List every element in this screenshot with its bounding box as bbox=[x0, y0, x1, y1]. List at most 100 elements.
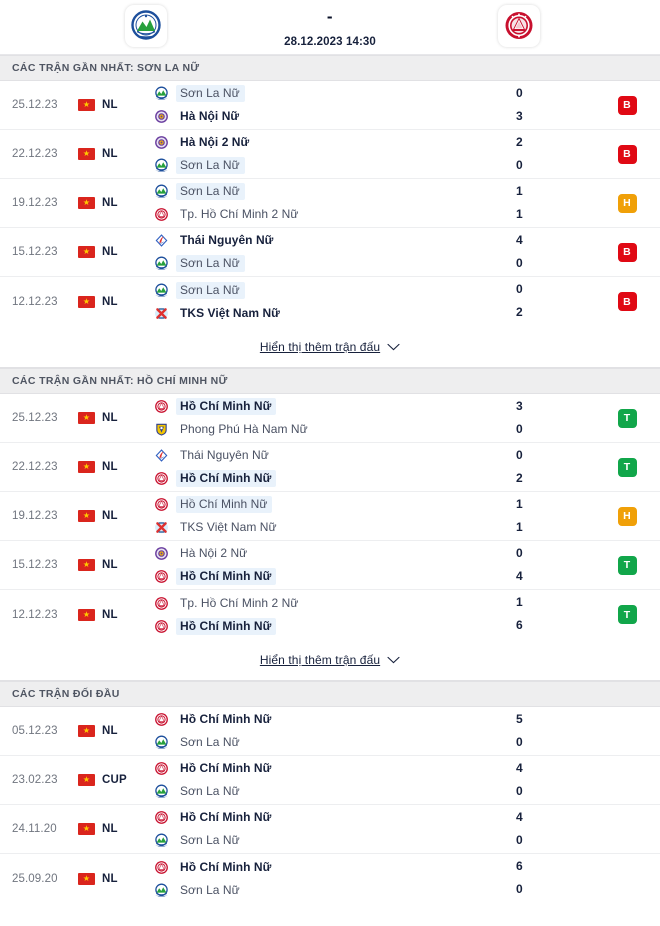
vietnam-flag-icon: ★ bbox=[78, 246, 95, 258]
away-score: 0 bbox=[516, 421, 523, 436]
away-team-line[interactable]: Sơn La Nữ bbox=[154, 784, 484, 800]
home-team-line[interactable]: Sơn La Nữ bbox=[154, 85, 484, 102]
match-row[interactable]: 25.12.23 ★ NL Sơn La Nữ Hà Nội Nữ 0 3 B bbox=[0, 81, 660, 130]
competition-label: NL bbox=[102, 148, 118, 160]
home-team-name: Thái Nguyên Nữ bbox=[180, 448, 269, 462]
competition-label: NL bbox=[102, 197, 118, 209]
away-team-line[interactable]: TKS Việt Nam Nữ bbox=[154, 305, 484, 321]
home-team-line[interactable]: Tp. Hồ Chí Minh 2 Nữ bbox=[154, 595, 484, 611]
result-badge-cell: B bbox=[594, 95, 660, 115]
teams-cell: Thái Nguyên Nữ Sơn La Nữ bbox=[154, 233, 484, 272]
away-team-line[interactable]: TKS Việt Nam Nữ bbox=[154, 520, 484, 536]
home-team-line[interactable]: Thái Nguyên Nữ bbox=[154, 448, 484, 464]
home-team-line[interactable]: Sơn La Nữ bbox=[154, 183, 484, 200]
ho-chi-minh-crest-icon bbox=[505, 12, 533, 39]
result-badge: H bbox=[617, 506, 637, 526]
home-team-name: Hồ Chí Minh Nữ bbox=[180, 761, 272, 775]
away-team-line[interactable]: Hồ Chí Minh Nữ bbox=[154, 568, 484, 585]
home-team-line[interactable]: Hà Nội 2 Nữ bbox=[154, 135, 484, 151]
section-title: CÁC TRẬN ĐỐI ĐẦU bbox=[0, 681, 660, 707]
match-row[interactable]: 12.12.23 ★ NL Tp. Hồ Chí Minh 2 Nữ Hồ Ch… bbox=[0, 590, 660, 639]
scores-cell: 3 0 bbox=[484, 399, 594, 438]
away-score: 2 bbox=[516, 470, 523, 485]
show-more-label: Hiển thị thêm trận đấu bbox=[259, 339, 381, 354]
away-team-line[interactable]: Sơn La Nữ bbox=[154, 735, 484, 751]
section-title: CÁC TRẬN GẦN NHẤT: HỒ CHÍ MINH NỮ bbox=[0, 368, 660, 394]
away-team-line[interactable]: Tp. Hồ Chí Minh 2 Nữ bbox=[154, 207, 484, 223]
away-score: 6 bbox=[516, 618, 523, 632]
home-team-line[interactable]: Hồ Chí Minh Nữ bbox=[154, 496, 484, 513]
match-row[interactable]: 19.12.23 ★ NL Sơn La Nữ Tp. Hồ Chí Minh … bbox=[0, 179, 660, 228]
home-team-line[interactable]: Hồ Chí Minh Nữ bbox=[154, 398, 484, 415]
competition-label: NL bbox=[102, 872, 118, 885]
hcm-logo-icon bbox=[155, 208, 168, 221]
competition-cell: ★ NL bbox=[78, 295, 154, 308]
competition-label: NL bbox=[102, 461, 118, 473]
away-score: 0 bbox=[516, 255, 523, 270]
tks-logo-icon bbox=[155, 521, 168, 534]
match-date: 25.12.23 bbox=[12, 412, 58, 424]
home-team-line[interactable]: Sơn La Nữ bbox=[154, 281, 484, 299]
home-team-line[interactable]: Hồ Chí Minh Nữ bbox=[154, 859, 484, 875]
competition-label: NL bbox=[102, 295, 118, 308]
match-row[interactable]: 19.12.23 ★ NL Hồ Chí Minh Nữ TKS Việt Na… bbox=[0, 492, 660, 541]
home-score: 2 bbox=[516, 134, 523, 149]
home-team-line[interactable]: Hà Nội 2 Nữ bbox=[154, 546, 484, 562]
teams-cell: Sơn La Nữ TKS Việt Nam Nữ bbox=[154, 281, 484, 321]
result-badge: H bbox=[617, 193, 637, 213]
show-more-matches-button[interactable]: Hiển thị thêm trận đấu bbox=[0, 326, 660, 368]
home-team-line[interactable]: Hồ Chí Minh Nữ bbox=[154, 712, 484, 728]
home-team-name: Thái Nguyên Nữ bbox=[180, 233, 274, 247]
home-team-line[interactable]: Hồ Chí Minh Nữ bbox=[154, 761, 484, 777]
match-rows: 25.12.23 ★ NL Sơn La Nữ Hà Nội Nữ 0 3 B … bbox=[0, 81, 660, 326]
home-team-line[interactable]: Hồ Chí Minh Nữ bbox=[154, 810, 484, 826]
vietnam-flag-icon: ★ bbox=[78, 559, 95, 571]
match-row[interactable]: 05.12.23 ★ NL Hồ Chí Minh Nữ Sơn La Nữ 5… bbox=[0, 707, 660, 756]
match-row[interactable]: 22.12.23 ★ NL Thái Nguyên Nữ Hồ Chí Minh… bbox=[0, 443, 660, 492]
away-team-crest[interactable] bbox=[498, 5, 540, 47]
match-row[interactable]: 15.12.23 ★ NL Hà Nội 2 Nữ Hồ Chí Minh Nữ… bbox=[0, 541, 660, 590]
match-date: 12.12.23 bbox=[12, 608, 58, 621]
teams-cell: Hà Nội 2 Nữ Sơn La Nữ bbox=[154, 135, 484, 174]
result-badge: B bbox=[617, 292, 637, 311]
home-score: 0 bbox=[516, 85, 523, 100]
match-row[interactable]: 22.12.23 ★ NL Hà Nội 2 Nữ Sơn La Nữ 2 0 … bbox=[0, 130, 660, 179]
home-score: 0 bbox=[516, 282, 523, 296]
match-row[interactable]: 12.12.23 ★ NL Sơn La Nữ TKS Việt Nam Nữ … bbox=[0, 277, 660, 326]
away-team-line[interactable]: Sơn La Nữ bbox=[154, 157, 484, 174]
home-team-line[interactable]: Thái Nguyên Nữ bbox=[154, 233, 484, 249]
away-team-line[interactable]: Sơn La Nữ bbox=[154, 255, 484, 272]
away-team-line[interactable]: Hồ Chí Minh Nữ bbox=[154, 470, 484, 487]
hcm-logo-icon bbox=[155, 498, 168, 511]
away-team-line[interactable]: Phong Phú Hà Nam Nữ bbox=[154, 422, 484, 438]
away-team-name: Sơn La Nữ bbox=[176, 157, 245, 174]
away-team-line[interactable]: Hồ Chí Minh Nữ bbox=[154, 617, 484, 635]
away-team-line[interactable]: Sơn La Nữ bbox=[154, 882, 484, 898]
result-badge-cell bbox=[594, 771, 660, 790]
vietnam-flag-icon: ★ bbox=[78, 823, 95, 835]
away-team-name: Sơn La Nữ bbox=[176, 255, 245, 272]
home-team-name: Hồ Chí Minh Nữ bbox=[180, 859, 272, 874]
away-team-name: Sơn La Nữ bbox=[180, 735, 240, 749]
match-row[interactable]: 25.09.20 ★ NL Hồ Chí Minh Nữ Sơn La Nữ 6… bbox=[0, 854, 660, 903]
match-section: CÁC TRẬN GẦN NHẤT: HỒ CHÍ MINH NỮ 25.12.… bbox=[0, 368, 660, 681]
hcm-logo-icon bbox=[155, 570, 168, 583]
sections-container: CÁC TRẬN GẦN NHẤT: SƠN LA NỮ 25.12.23 ★ … bbox=[0, 55, 660, 903]
home-score: 4 bbox=[516, 809, 523, 824]
match-row[interactable]: 25.12.23 ★ NL Hồ Chí Minh Nữ Phong Phú H… bbox=[0, 394, 660, 443]
match-date: 23.02.23 bbox=[12, 774, 58, 786]
ha-noi-logo-icon bbox=[155, 110, 168, 123]
match-section: CÁC TRẬN ĐỐI ĐẦU 05.12.23 ★ NL Hồ Chí Mi… bbox=[0, 681, 660, 903]
competition-label: NL bbox=[102, 725, 118, 737]
show-more-matches-button[interactable]: Hiển thị thêm trận đấu bbox=[0, 639, 660, 681]
match-date: 15.12.23 bbox=[12, 559, 58, 571]
match-row[interactable]: 23.02.23 ★ CUP Hồ Chí Minh Nữ Sơn La Nữ … bbox=[0, 756, 660, 805]
vietnam-flag-icon: ★ bbox=[78, 872, 95, 885]
competition-cell: ★ NL bbox=[78, 246, 154, 258]
match-row[interactable]: 15.12.23 ★ NL Thái Nguyên Nữ Sơn La Nữ 4… bbox=[0, 228, 660, 277]
match-date: 24.11.20 bbox=[12, 823, 57, 835]
away-team-line[interactable]: Hà Nội Nữ bbox=[154, 109, 484, 125]
result-badge-cell: T bbox=[594, 457, 660, 477]
match-row[interactable]: 24.11.20 ★ NL Hồ Chí Minh Nữ Sơn La Nữ 4… bbox=[0, 805, 660, 854]
away-team-line[interactable]: Sơn La Nữ bbox=[154, 833, 484, 849]
